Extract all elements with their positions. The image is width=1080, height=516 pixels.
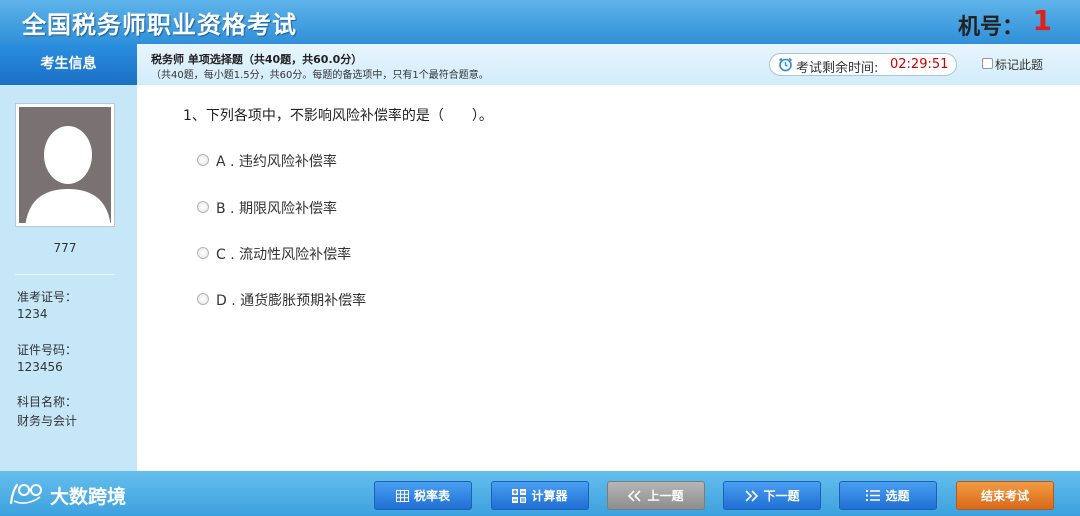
mark-question-checkbox[interactable] xyxy=(982,58,993,69)
brand-name: 大数跨境 xyxy=(50,486,127,508)
double-chevron-left-icon xyxy=(628,489,642,502)
next-question-button[interactable]: 下一题 xyxy=(723,481,821,510)
finish-exam-label: 结束考试 xyxy=(980,489,1029,503)
mark-question-label[interactable]: 标记此题 xyxy=(995,56,1043,73)
machine-number-label: 机号： xyxy=(957,15,1024,40)
option-c-label[interactable]: C . 流动性风险补偿率 xyxy=(216,244,351,264)
tax-rate-table-label: 税率表 xyxy=(413,489,450,503)
calculator-button[interactable]: 计算器 xyxy=(491,481,589,510)
alarm-clock-icon xyxy=(778,57,793,76)
next-question-label: 下一题 xyxy=(763,489,800,503)
calculator-icon xyxy=(512,488,527,503)
calculator-label: 计算器 xyxy=(531,489,568,503)
timer-box: 考试剩余时间: 02:29:51 xyxy=(769,53,957,76)
timer-value: 02:29:51 xyxy=(890,57,949,72)
section-title: 税务师 单项选择题（共40题，共60.0分） xyxy=(151,53,363,66)
brand-mark-icon xyxy=(9,483,42,505)
machine-number: 1 xyxy=(1032,4,1052,37)
subject-value: 财务与会计 xyxy=(17,414,78,428)
previous-question-label: 上一题 xyxy=(647,489,684,503)
person-silhouette-icon xyxy=(25,126,111,223)
table-grid-icon xyxy=(395,489,409,502)
footer-toolbar: 大数跨境 税率表 计算器 上一题 下一题 选题 结束考试 xyxy=(0,471,1080,516)
id-number-value: 123456 xyxy=(17,360,63,374)
option-d-label[interactable]: D . 通货膨胀预期补偿率 xyxy=(216,290,366,310)
subject-label: 科目名称： xyxy=(17,395,78,409)
exam-title: 全国税务师职业资格考试 xyxy=(22,11,297,39)
option-a-label[interactable]: A . 违约风险补偿率 xyxy=(216,151,337,171)
timer-label: 考试剩余时间: xyxy=(796,61,879,76)
double-chevron-right-icon xyxy=(744,489,759,502)
sidebar-divider xyxy=(15,274,115,275)
section-description: （共40题，每小题1.5分，共60分。每题的备选项中，只有1个最符合题意。 xyxy=(151,70,489,81)
option-a-radio[interactable] xyxy=(197,154,209,166)
select-question-button[interactable]: 选题 xyxy=(839,481,937,510)
option-c-radio[interactable] xyxy=(197,247,209,259)
tax-rate-table-button[interactable]: 税率表 xyxy=(374,481,472,510)
option-b-radio[interactable] xyxy=(197,201,209,213)
admission-number-value: 1234 xyxy=(17,307,48,321)
sidebar-title: 考生信息 xyxy=(0,44,137,85)
candidate-sidebar: 考生信息 777 准考证号： 1234 证件号码： 123456 科目名称： 财… xyxy=(0,44,137,471)
finish-exam-button[interactable]: 结束考试 xyxy=(956,481,1054,510)
list-icon xyxy=(866,490,881,501)
top-header: 全国税务师职业资格考试 机号： 1 xyxy=(0,0,1080,44)
option-b-label[interactable]: B . 期限风险补偿率 xyxy=(216,198,337,218)
admission-number-label: 准考证号： xyxy=(17,290,78,304)
option-d-radio[interactable] xyxy=(197,293,209,305)
id-number-label: 证件号码： xyxy=(17,343,78,357)
select-question-label: 选题 xyxy=(885,489,910,503)
avatar xyxy=(16,104,114,226)
question-text: 1、下列各项中，不影响风险补偿率的是（ ）。 xyxy=(183,108,493,124)
candidate-name: 777 xyxy=(53,241,77,255)
section-info-bar: 税务师 单项选择题（共40题，共60.0分） （共40题，每小题1.5分，共60… xyxy=(137,44,1080,85)
previous-question-button[interactable]: 上一题 xyxy=(607,481,705,510)
